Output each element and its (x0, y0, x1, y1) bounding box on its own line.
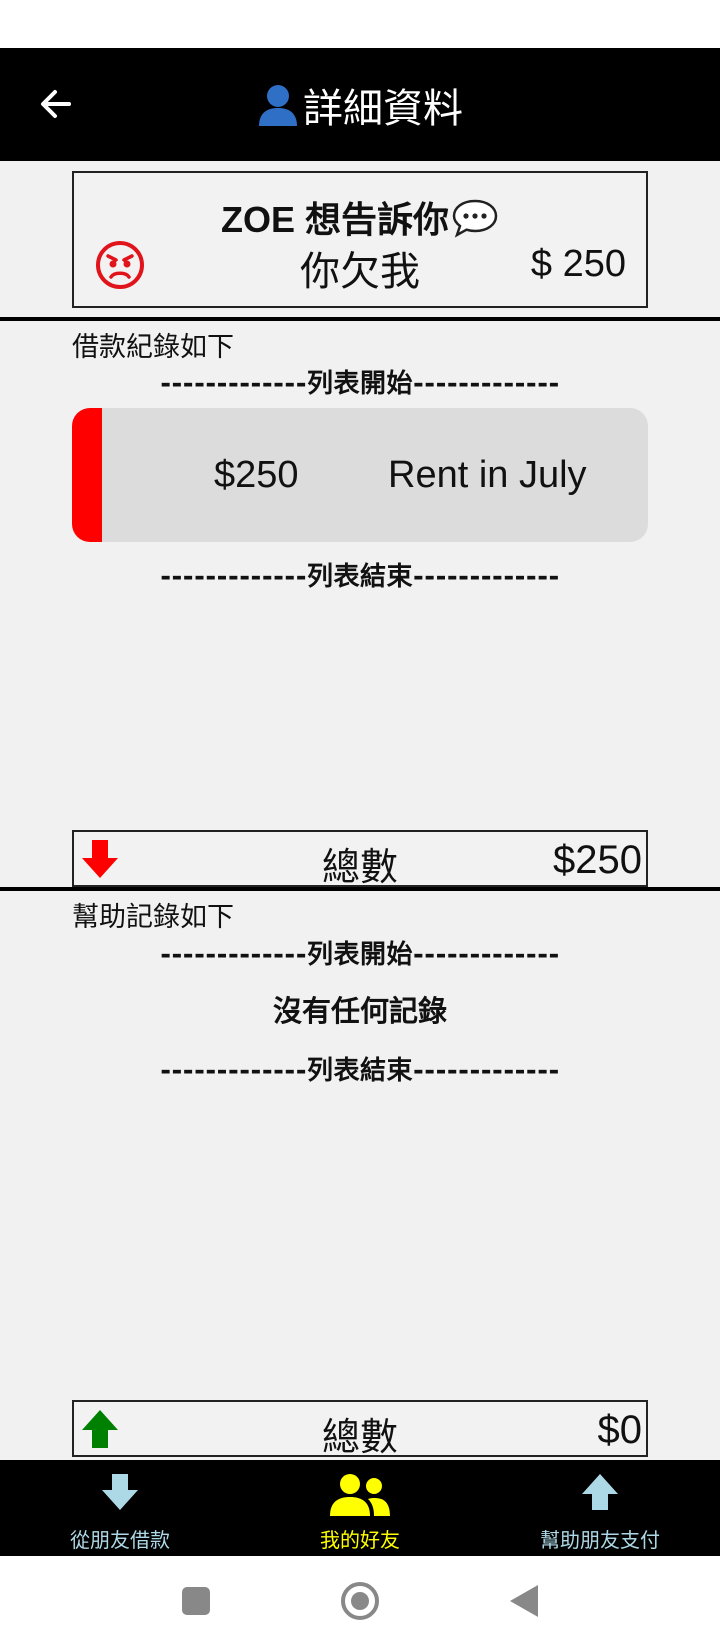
nav-label: 我的好友 (320, 1528, 400, 1552)
borrow-total-value: $250 (553, 838, 642, 882)
arrow-up-icon (480, 1472, 720, 1518)
nav-label: 從朋友借款 (70, 1528, 170, 1552)
help-total-value: $0 (597, 1408, 643, 1452)
arrow-left-icon (41, 90, 71, 118)
help-total-bar: 總數 $0 (72, 1400, 648, 1459)
borrow-section-label: 借款紀錄如下 (72, 332, 234, 363)
borrow-record-item[interactable]: $250 Rent in July (72, 408, 648, 542)
system-navigation-bar (0, 1556, 720, 1650)
section-divider (0, 317, 720, 321)
page-title-text: 詳細資料 (303, 85, 463, 132)
nav-borrow-from-friend[interactable]: 從朋友借款 (0, 1460, 240, 1556)
status-bar (0, 0, 720, 48)
home-button[interactable] (330, 1576, 390, 1626)
circle-icon (341, 1582, 379, 1620)
message-card: ZOE 想告訴你 你欠我 $ 250 (72, 171, 648, 308)
square-icon (182, 1587, 210, 1615)
record-amount: $250 (214, 454, 299, 496)
help-list-end: -------------列表結束------------- (160, 1056, 560, 1086)
bottom-navigation: 從朋友借款 我的好友 幫助朋友支付 (0, 1460, 720, 1556)
record-description: Rent in July (388, 454, 587, 496)
borrow-list-end: -------------列表結束------------- (160, 562, 560, 592)
empty-state-text: 沒有任何記錄 (272, 994, 447, 1028)
friends-icon (240, 1472, 480, 1518)
app-bar: 詳細資料 (0, 48, 720, 161)
help-section-label: 幫助記錄如下 (72, 902, 234, 933)
triangle-back-icon (510, 1585, 538, 1617)
help-total-label: 總數 (321, 1415, 398, 1459)
owe-amount: $ 250 (530, 243, 626, 285)
page-title: 詳細資料 (0, 48, 720, 161)
arrow-down-icon (0, 1472, 240, 1518)
borrow-total-bar: 總數 $250 (72, 830, 648, 889)
person-icon (257, 83, 299, 127)
back-nav-button[interactable] (494, 1576, 554, 1626)
recents-button[interactable] (166, 1576, 226, 1626)
message-title-text: ZOE 想告訴你 (220, 199, 449, 240)
nav-label: 幫助朋友支付 (540, 1528, 660, 1552)
borrow-list-start: -------------列表開始------------- (160, 369, 560, 399)
nav-help-friend-pay[interactable]: 幫助朋友支付 (480, 1460, 720, 1556)
help-list-start: -------------列表開始------------- (160, 940, 560, 970)
section-divider (0, 887, 720, 891)
back-button[interactable] (28, 76, 84, 132)
record-status-stripe (72, 408, 102, 542)
nav-my-friends[interactable]: 我的好友 (240, 1460, 480, 1556)
